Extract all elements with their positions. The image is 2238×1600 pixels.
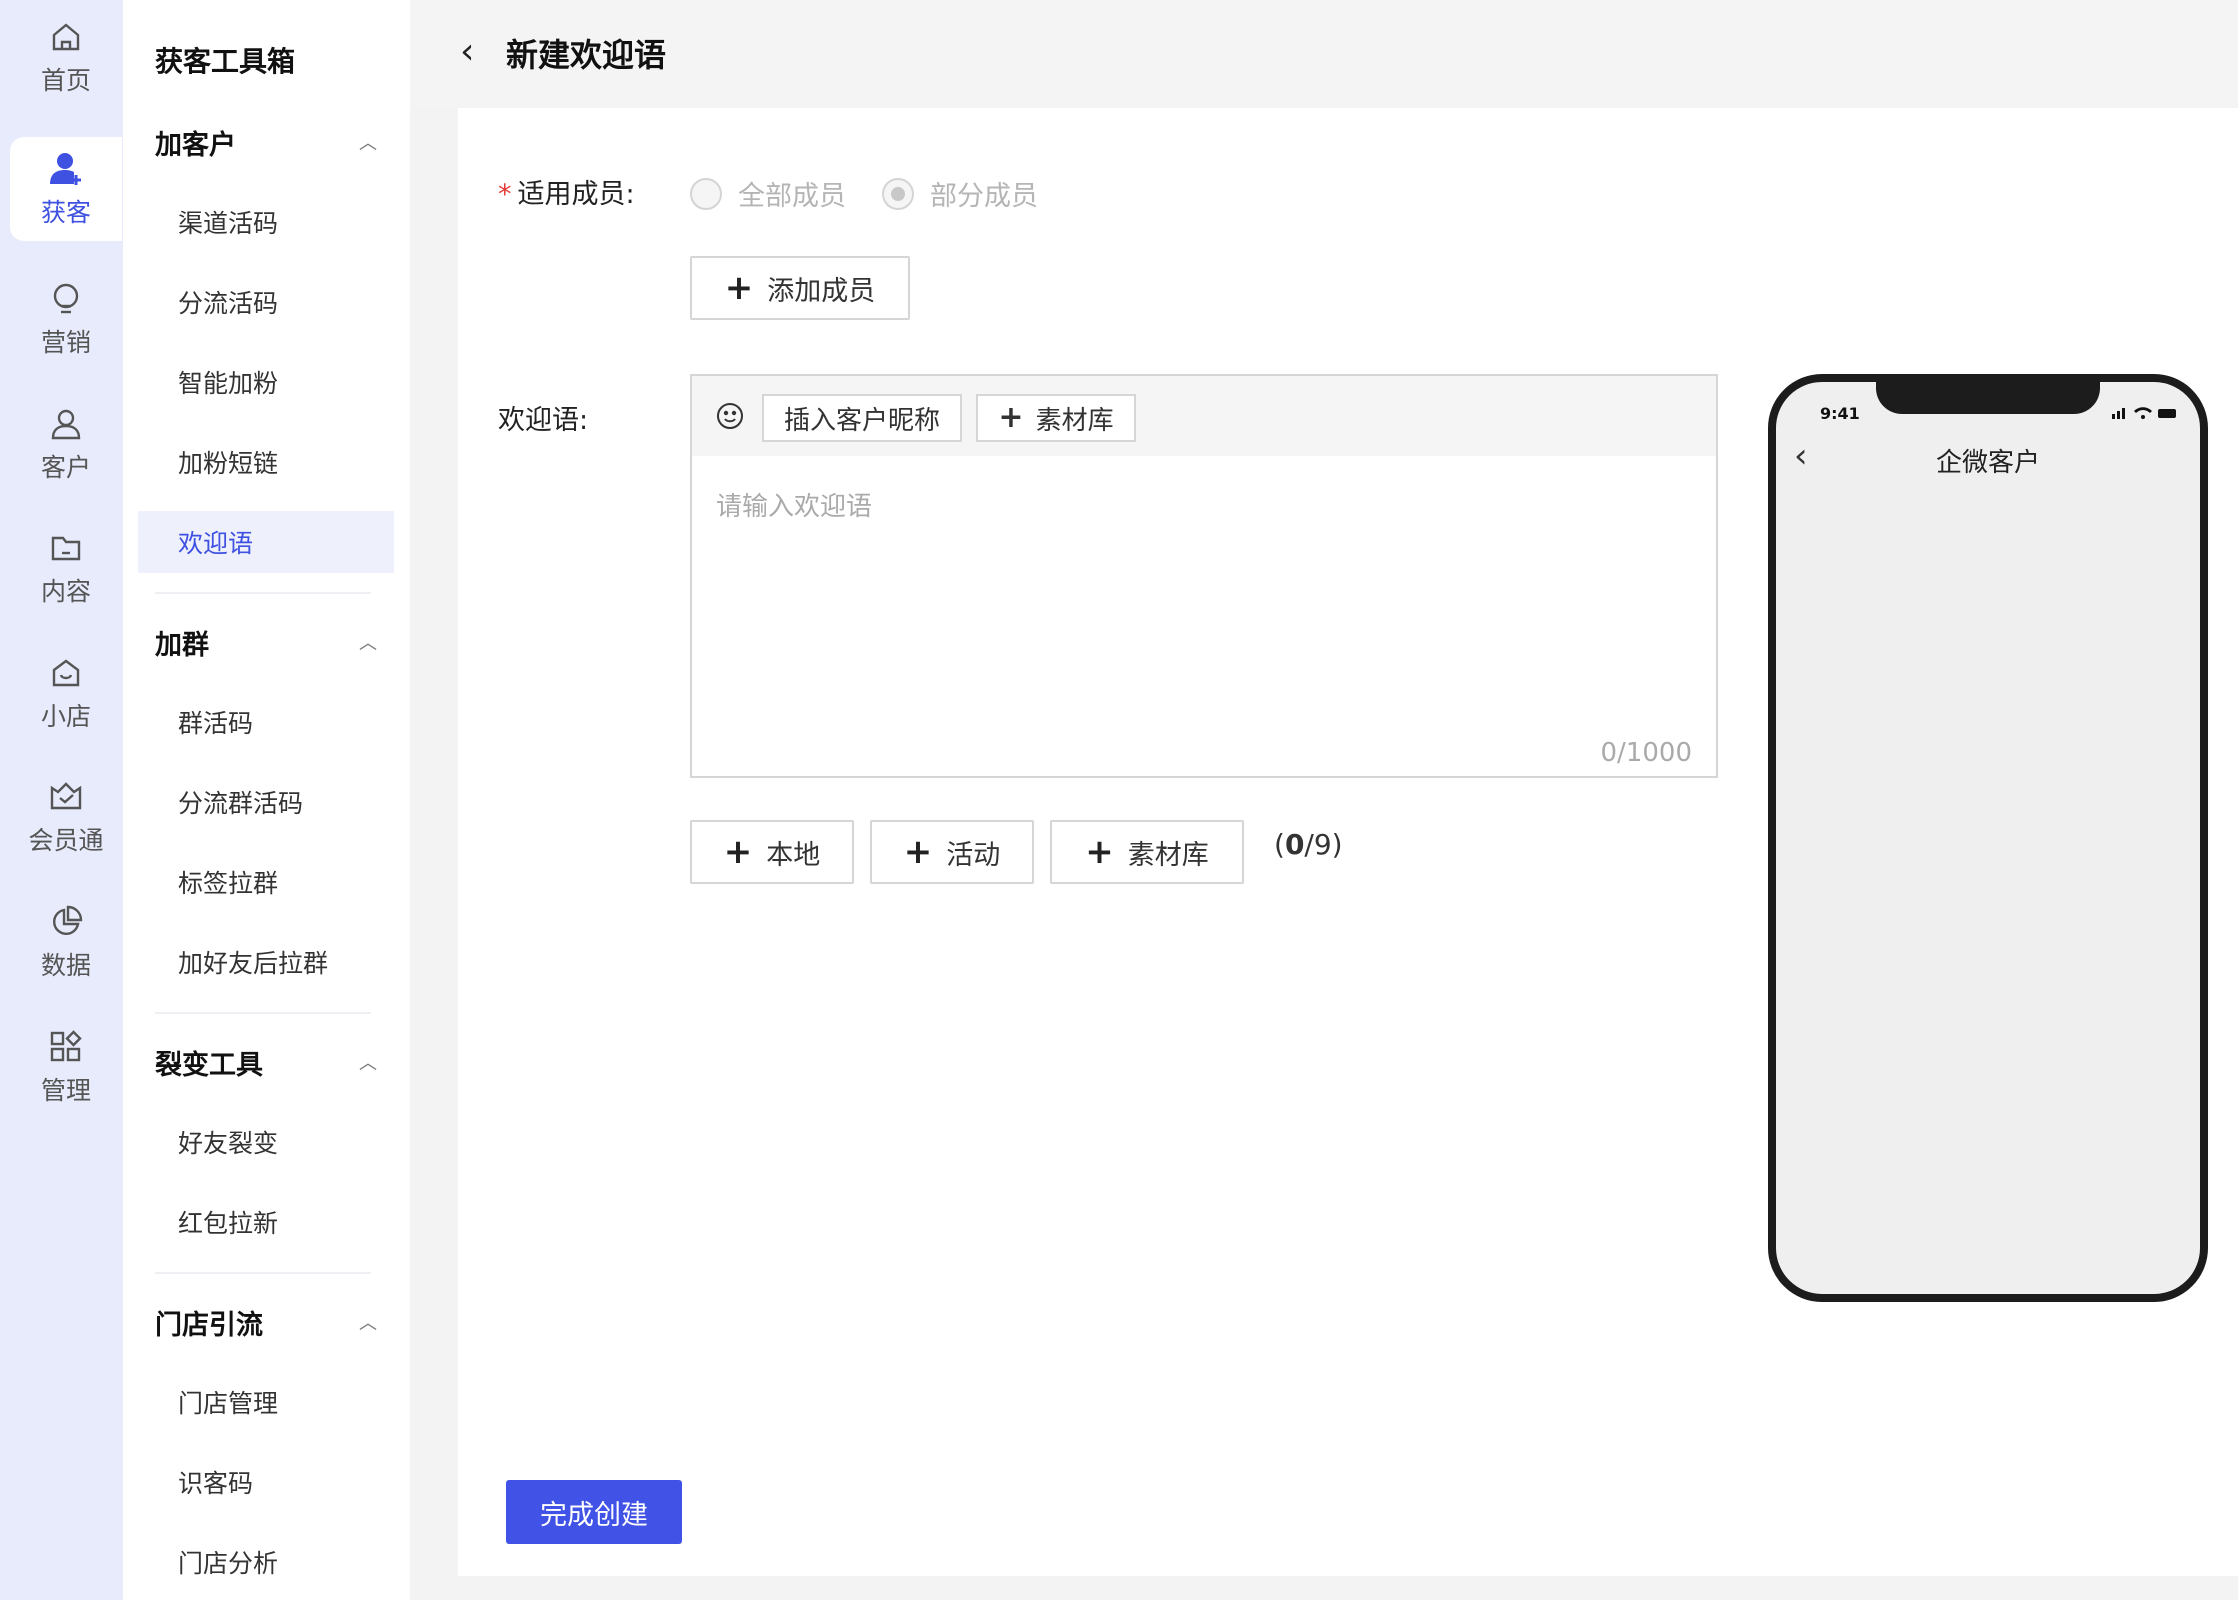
radio-circle [882,177,914,210]
menu-item-short-link[interactable]: 加粉短链 [138,431,394,493]
rail-item-home[interactable]: 首页 [10,5,122,109]
apps-icon [46,1027,86,1067]
menu-group-add-customer[interactable]: 加客户 ︿ [155,118,377,166]
chevron-up-icon: ︿ [359,133,377,154]
phone-time: 9:41 [1820,404,1860,423]
plus-icon: + [723,832,753,872]
chevron-left-icon[interactable]: ‹ [460,32,474,72]
menu-item-welcome[interactable]: 欢迎语 [138,511,394,573]
char-counter: 0/1000 [1600,738,1692,768]
bulb-icon [46,279,86,319]
menu-item-store-manage[interactable]: 门店管理 [138,1371,394,1433]
rail-item-shop[interactable]: 小店 [10,641,122,745]
welcome-textarea[interactable] [716,486,1676,706]
rail-item-data[interactable]: 数据 [10,890,122,994]
menu-group-label: 裂变工具 [155,1049,263,1081]
plus-icon: + [903,832,933,872]
chevron-up-icon: ︿ [359,1313,377,1334]
menu-divider [155,1272,371,1274]
rail-item-label: 小店 [40,702,91,731]
menu-item-channel-code[interactable]: 渠道活码 [138,191,394,253]
user-add-icon [46,149,86,189]
welcome-label: 欢迎语: [498,405,589,436]
rail-item-label: 获客 [40,198,91,227]
phone-chat-title: 企微客户 [1935,448,2040,478]
shop-icon [46,653,86,693]
menu-divider [155,592,371,594]
menu-group-fission[interactable]: 裂变工具 ︿ [155,1038,377,1086]
menu-item-red-packet[interactable]: 红包拉新 [138,1191,394,1253]
rail-item-membership[interactable]: 会员通 [10,765,122,869]
rail-item-label: 内容 [40,577,91,606]
smile-icon[interactable] [714,400,746,432]
add-material-button[interactable]: + 素材库 [1050,820,1244,884]
rail-item-marketing[interactable]: 营销 [10,267,122,371]
rail-item-manage[interactable]: 管理 [10,1015,122,1119]
menu-item-customer-code[interactable]: 识客码 [138,1451,394,1513]
add-member-button[interactable]: + 添加成员 [690,256,910,320]
insert-nickname-button[interactable]: 插入客户昵称 [762,394,962,442]
add-local-button[interactable]: + 本地 [690,820,854,884]
rail-item-label: 管理 [40,1076,91,1105]
members-label: * 适用成员: [498,179,635,210]
material-library-button[interactable]: + 素材库 [976,394,1136,442]
menu-divider [155,1012,371,1014]
phone-notch [1876,382,2100,414]
phone-preview: 9:41 ‹ 企微客户 [1768,374,2208,1302]
attachment-count: (0/9) [1274,828,1343,861]
page-header: ‹ 新建欢迎语 [410,0,2238,108]
menu-group-store[interactable]: 门店引流 ︿ [155,1298,377,1346]
add-activity-button[interactable]: + 活动 [870,820,1034,884]
plus-icon: + [1085,832,1114,872]
chevron-up-icon: ︿ [359,1053,377,1074]
menu-title: 获客工具箱 [155,45,296,78]
radio-all-members[interactable]: 全部成员 [690,174,846,213]
rail-item-content[interactable]: 内容 [10,516,122,620]
welcome-editor: 插入客户昵称 + 素材库 0/1000 [690,374,1718,778]
menu-group-add-group[interactable]: 加群 ︿ [155,618,377,666]
rail-item-customer[interactable]: 客户 [10,392,122,496]
submit-button[interactable]: 完成创建 [506,1480,682,1544]
menu-item-split-code[interactable]: 分流活码 [138,271,394,333]
menu-item-after-friend-group[interactable]: 加好友后拉群 [138,931,394,993]
required-mark: * [498,179,512,210]
menu-item-smart-fans[interactable]: 智能加粉 [138,351,394,413]
icon-rail: 首页 获客 营销 客户 内容 小店 会员通 数据 管理 [0,0,123,1600]
radio-label: 部分成员 [930,181,1038,212]
plus-icon: + [724,268,754,308]
menu-item-split-group-code[interactable]: 分流群活码 [138,771,394,833]
menu-item-friend-fission[interactable]: 好友裂变 [138,1111,394,1173]
menu-item-tag-group[interactable]: 标签拉群 [138,851,394,913]
plus-icon: + [998,400,1024,435]
rail-item-label: 数据 [40,951,91,980]
rail-item-label: 客户 [40,453,91,482]
rail-item-acquire[interactable]: 获客 [10,137,122,241]
radio-partial-members[interactable]: 部分成员 [882,174,1038,213]
folder-icon [46,528,86,568]
user-icon [46,404,86,444]
menu-group-label: 门店引流 [155,1309,263,1341]
radio-circle [690,177,722,210]
chevron-up-icon: ︿ [359,633,377,654]
rail-item-label: 营销 [40,328,91,357]
pie-chart-icon [46,902,86,942]
menu-item-group-code[interactable]: 群活码 [138,691,394,753]
form-card: * 适用成员: 全部成员 部分成员 + 添加成员 欢迎语: 插入客户昵称 + 素材… [458,108,2238,1576]
rail-item-label: 会员通 [28,826,104,855]
crown-icon [46,777,86,817]
menu-group-label: 加客户 [155,129,236,161]
radio-label: 全部成员 [738,181,846,212]
menu-group-label: 加群 [155,629,209,661]
home-icon [46,17,86,57]
rail-item-label: 首页 [40,66,91,95]
status-bar-icons [2102,402,2182,422]
editor-toolbar: 插入客户昵称 + 素材库 [692,376,1716,456]
page-title: 新建欢迎语 [506,36,667,74]
menu-item-store-analysis[interactable]: 门店分析 [138,1531,394,1593]
secondary-menu: 获客工具箱 加客户 ︿ 渠道活码 分流活码 智能加粉 加粉短链 欢迎语 加群 ︿… [123,0,410,1600]
